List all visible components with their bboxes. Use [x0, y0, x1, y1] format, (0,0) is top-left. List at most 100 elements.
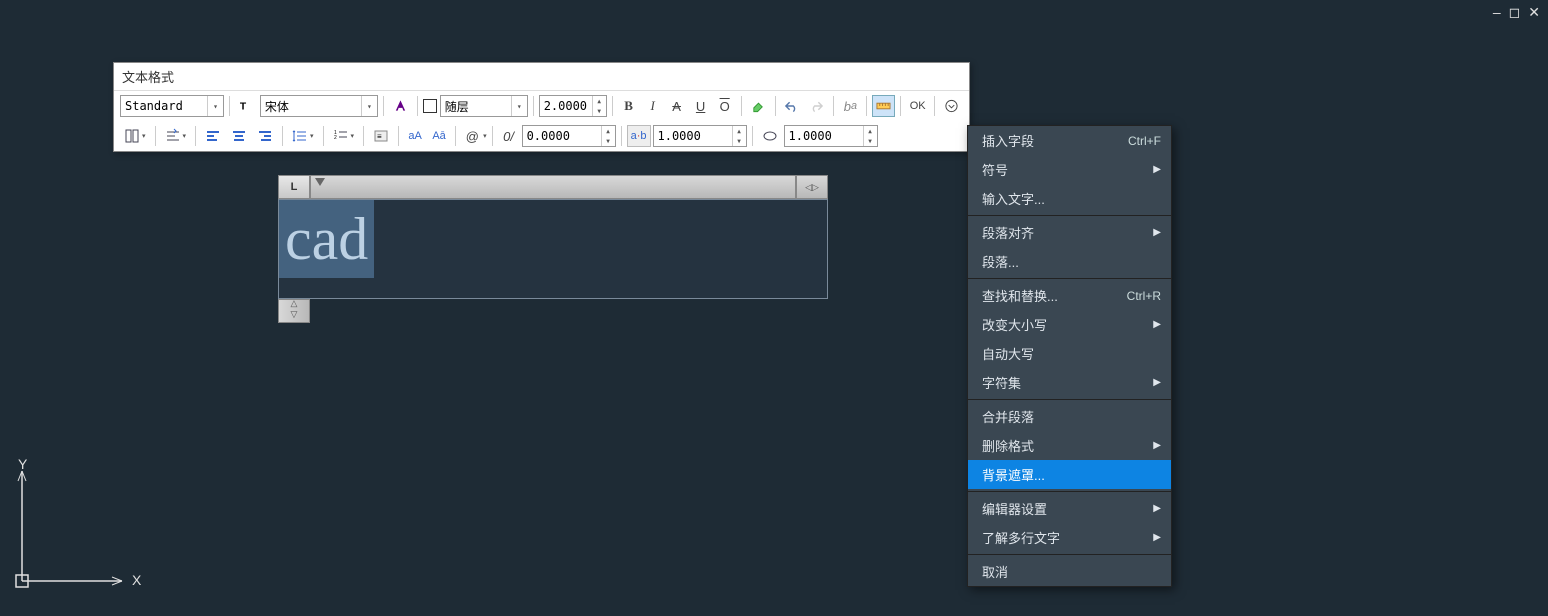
- font-prefix-icon: T: [235, 95, 258, 117]
- panel-title: 文本格式: [114, 63, 969, 90]
- menu-item[interactable]: 了解多行文字▶: [968, 523, 1171, 552]
- font-input[interactable]: [261, 96, 361, 116]
- menu-separator: [968, 278, 1171, 279]
- menu-item-label: 了解多行文字: [982, 528, 1060, 547]
- spin-up[interactable]: ▲: [733, 126, 746, 136]
- spin-up[interactable]: ▲: [593, 96, 606, 106]
- menu-item-label: 符号: [982, 160, 1008, 179]
- spin-up[interactable]: ▲: [602, 126, 615, 136]
- ruler-tab[interactable]: L: [278, 175, 310, 199]
- width-prefix-icon: a·b: [627, 125, 651, 147]
- width-factor-input[interactable]: ▲▼: [653, 125, 747, 147]
- spin-down[interactable]: ▼: [864, 136, 877, 146]
- menu-separator: [968, 554, 1171, 555]
- font-dropdown[interactable]: ▾: [260, 95, 378, 117]
- tracking-input[interactable]: ▲▼: [522, 125, 616, 147]
- oblique-icon[interactable]: 0/: [498, 125, 520, 147]
- separator: [383, 96, 384, 116]
- width-field[interactable]: [654, 126, 732, 146]
- lowercase-button[interactable]: Aā: [428, 125, 450, 147]
- ok-button[interactable]: OK: [906, 95, 929, 117]
- ruler-height-handle[interactable]: △▽: [278, 299, 310, 323]
- menu-item[interactable]: 符号▶: [968, 155, 1171, 184]
- maximize-button[interactable]: ◻: [1509, 4, 1521, 21]
- menu-item[interactable]: 自动大写: [968, 339, 1171, 368]
- ucs-axis-icon: Y X: [12, 461, 142, 604]
- bold-button[interactable]: B: [618, 95, 640, 117]
- submenu-arrow-icon: ▶: [1153, 503, 1161, 514]
- align-center-button[interactable]: [227, 125, 251, 147]
- menu-item[interactable]: 背景遮罩...: [968, 460, 1171, 489]
- overline-button[interactable]: O: [714, 95, 736, 117]
- axis-y-label: Y: [18, 456, 28, 472]
- stack-fraction-icon[interactable]: ba: [839, 95, 861, 117]
- separator: [775, 96, 776, 116]
- annotative-icon[interactable]: [389, 95, 412, 117]
- justify-menu-icon[interactable]: ▾: [161, 125, 191, 147]
- toolbar-row-2: ▾ ▾ ▾ 12 ▾ ≡ aA Aā @ ▾ 0/: [114, 121, 969, 151]
- layer-color-dropdown[interactable]: ▾: [440, 95, 528, 117]
- align-right-button[interactable]: [253, 125, 277, 147]
- chevron-down-icon[interactable]: ▾: [511, 96, 527, 116]
- text-height-input[interactable]: ▲▼: [539, 95, 607, 117]
- menu-item[interactable]: 查找和替换...Ctrl+R: [968, 281, 1171, 310]
- style-dropdown[interactable]: ▾: [120, 95, 224, 117]
- menu-item-label: 改变大小写: [982, 315, 1047, 334]
- text-edit-area[interactable]: cad: [278, 199, 828, 299]
- layer-color-input[interactable]: [441, 96, 511, 116]
- style-input[interactable]: [121, 96, 207, 116]
- tracking-field[interactable]: [523, 126, 601, 146]
- minimize-button[interactable]: –: [1493, 4, 1501, 21]
- svg-text:≡: ≡: [377, 132, 382, 141]
- ruler-width-handle[interactable]: ◁▷: [796, 175, 828, 199]
- ruler[interactable]: [310, 175, 796, 199]
- separator: [533, 96, 534, 116]
- underline-button[interactable]: U: [690, 95, 712, 117]
- menu-item[interactable]: 字符集▶: [968, 368, 1171, 397]
- selected-text[interactable]: cad: [279, 200, 374, 278]
- separator: [866, 96, 867, 116]
- eraser-icon[interactable]: [747, 95, 770, 117]
- columns-icon[interactable]: ▾: [120, 125, 150, 147]
- symbol-button[interactable]: @: [461, 125, 483, 147]
- ruler-toggle-button[interactable]: [872, 95, 895, 117]
- insert-field-button[interactable]: ≡: [369, 125, 393, 147]
- menu-separator: [968, 215, 1171, 216]
- redo-button[interactable]: [805, 95, 828, 117]
- spin-up[interactable]: ▲: [864, 126, 877, 136]
- numbering-button[interactable]: 12 ▾: [329, 125, 359, 147]
- separator: [492, 126, 493, 146]
- menu-shortcut: Ctrl+F: [1128, 134, 1161, 148]
- chevron-down-icon[interactable]: ▾: [361, 96, 377, 116]
- menu-item[interactable]: 合并段落: [968, 402, 1171, 431]
- line-spacing-button[interactable]: ▾: [288, 125, 318, 147]
- menu-item[interactable]: 删除格式▶: [968, 431, 1171, 460]
- indent-handle[interactable]: [315, 178, 325, 186]
- oblique-field[interactable]: [785, 126, 863, 146]
- strikethrough-button[interactable]: A: [666, 95, 688, 117]
- spin-down[interactable]: ▼: [602, 136, 615, 146]
- color-swatch[interactable]: [423, 99, 437, 113]
- chevron-down-icon[interactable]: ▾: [207, 96, 223, 116]
- menu-item[interactable]: 输入文字...: [968, 184, 1171, 213]
- oblique-input[interactable]: ▲▼: [784, 125, 878, 147]
- oblique-angle-icon: [758, 125, 782, 147]
- spin-down[interactable]: ▼: [593, 106, 606, 116]
- menu-item[interactable]: 段落对齐▶: [968, 218, 1171, 247]
- menu-item-label: 插入字段: [982, 131, 1034, 150]
- menu-item[interactable]: 取消: [968, 557, 1171, 586]
- separator: [455, 126, 456, 146]
- spin-down[interactable]: ▼: [733, 136, 746, 146]
- uppercase-button[interactable]: aA: [404, 125, 426, 147]
- undo-button[interactable]: [780, 95, 803, 117]
- options-dropdown-icon[interactable]: [940, 95, 963, 117]
- menu-item[interactable]: 编辑器设置 ▶: [968, 494, 1171, 523]
- menu-item[interactable]: 插入字段 Ctrl+F: [968, 126, 1171, 155]
- align-left-button[interactable]: [201, 125, 225, 147]
- italic-button[interactable]: I: [642, 95, 664, 117]
- menu-item[interactable]: 段落...: [968, 247, 1171, 276]
- close-button[interactable]: ✕: [1528, 4, 1540, 21]
- menu-item-label: 编辑器设置: [982, 499, 1047, 518]
- menu-item[interactable]: 改变大小写▶: [968, 310, 1171, 339]
- height-field[interactable]: [540, 96, 592, 116]
